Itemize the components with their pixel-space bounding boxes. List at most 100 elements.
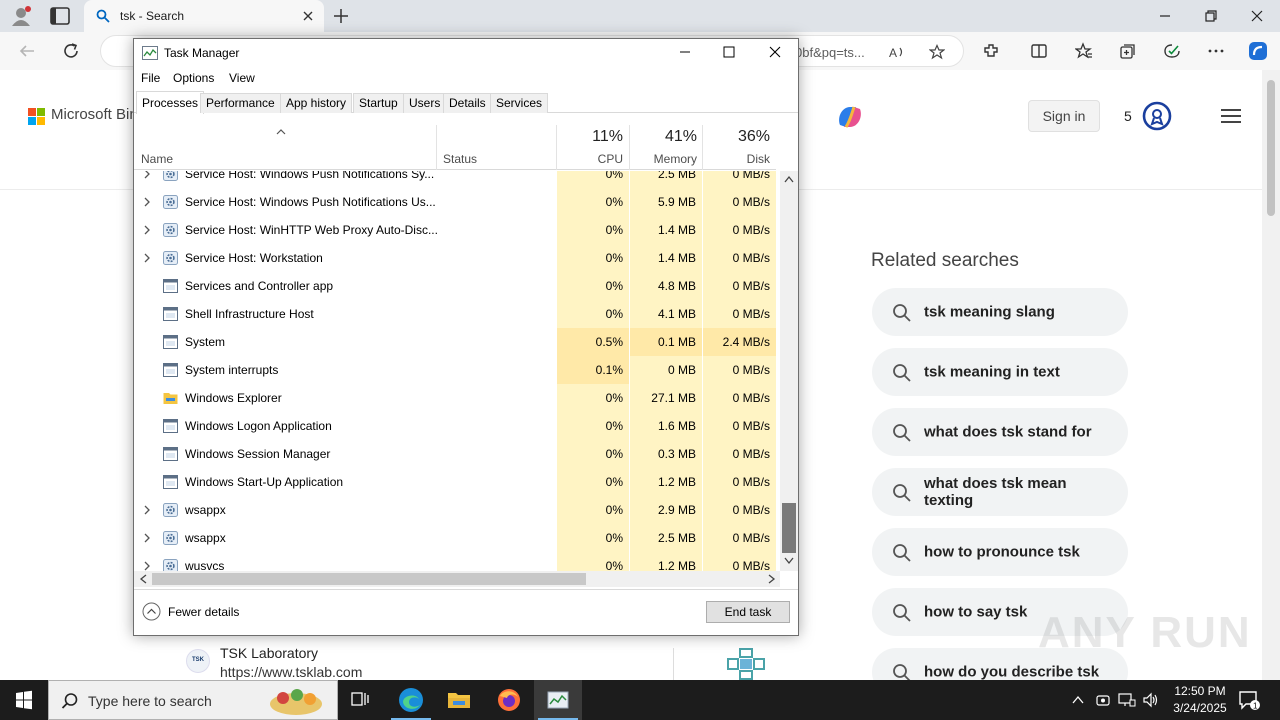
menu-options[interactable]: Options bbox=[173, 71, 214, 85]
result-site-name[interactable]: TSK Laboratory bbox=[220, 645, 318, 661]
task-view-button[interactable] bbox=[336, 680, 384, 720]
tm-maximize-icon[interactable] bbox=[722, 45, 736, 59]
vscroll-thumb[interactable] bbox=[782, 503, 796, 553]
process-row[interactable]: Service Host: WinHTTP Web Proxy Auto-Dis… bbox=[134, 216, 776, 244]
related-search-chip[interactable]: tsk meaning slang bbox=[872, 288, 1128, 336]
process-row[interactable]: wsappx 0% 2.9 MB 0 MB/s bbox=[134, 496, 776, 524]
taskbar-search-box[interactable]: Type here to search bbox=[48, 680, 338, 720]
sign-in-button[interactable]: Sign in bbox=[1028, 100, 1100, 132]
process-row[interactable]: Windows Logon Application 0% 1.6 MB 0 MB/s bbox=[134, 412, 776, 440]
browser-essentials-icon[interactable] bbox=[1163, 42, 1181, 60]
process-row[interactable]: System interrupts 0.1% 0 MB 0 MB/s bbox=[134, 356, 776, 384]
tab-app-history[interactable]: App history bbox=[280, 93, 353, 113]
process-list-vscrollbar[interactable] bbox=[780, 171, 798, 571]
result-url[interactable]: https://www.tsklab.com bbox=[220, 664, 362, 680]
restore-icon[interactable] bbox=[1203, 8, 1219, 24]
column-disk[interactable]: Disk bbox=[747, 152, 770, 166]
fewer-details-link[interactable]: Fewer details bbox=[168, 605, 239, 619]
related-search-chip[interactable]: how to pronounce tsk bbox=[872, 528, 1128, 576]
taskbar-clock[interactable]: 12:50 PM 3/24/2025 bbox=[1168, 683, 1232, 717]
expand-chevron-icon[interactable] bbox=[143, 533, 151, 543]
taskbar-edge-button[interactable] bbox=[387, 680, 435, 720]
memory-total[interactable]: 41% bbox=[665, 128, 697, 146]
taskbar-file-explorer-button[interactable] bbox=[435, 680, 483, 720]
menu-icon[interactable] bbox=[1221, 109, 1241, 123]
menu-view[interactable]: View bbox=[229, 71, 255, 85]
result-thumbnail[interactable] bbox=[612, 648, 674, 680]
new-tab-icon[interactable] bbox=[332, 7, 350, 25]
tm-close-icon[interactable] bbox=[768, 45, 782, 59]
split-screen-icon[interactable] bbox=[1030, 42, 1048, 60]
back-icon[interactable] bbox=[18, 42, 36, 60]
task-manager-titlebar[interactable]: Task Manager bbox=[134, 39, 798, 67]
hscroll-thumb[interactable] bbox=[152, 573, 586, 585]
tab-details[interactable]: Details bbox=[443, 93, 492, 113]
expand-chevron-icon[interactable] bbox=[143, 197, 151, 207]
end-task-button[interactable]: End task bbox=[706, 601, 790, 623]
disk-total[interactable]: 36% bbox=[738, 128, 770, 146]
rewards-medal-icon[interactable] bbox=[1142, 101, 1172, 131]
column-name[interactable]: Name bbox=[141, 152, 173, 166]
tab-startup[interactable]: Startup bbox=[353, 93, 404, 113]
column-status[interactable]: Status bbox=[443, 152, 477, 166]
fewer-details-icon[interactable] bbox=[142, 602, 161, 621]
network-icon[interactable] bbox=[1118, 692, 1136, 708]
rewards-points[interactable]: 5 bbox=[1124, 108, 1132, 124]
profile-icon[interactable] bbox=[10, 6, 32, 26]
expand-chevron-icon[interactable] bbox=[143, 225, 151, 235]
process-row[interactable]: Service Host: Workstation 0% 1.4 MB 0 MB/s bbox=[134, 244, 776, 272]
taskbar-task-manager-button[interactable] bbox=[534, 680, 582, 720]
taskbar-firefox-button[interactable] bbox=[485, 680, 533, 720]
page-scrollbar-thumb[interactable] bbox=[1267, 80, 1275, 216]
security-icon[interactable] bbox=[1095, 692, 1111, 708]
expand-chevron-icon[interactable] bbox=[143, 253, 151, 263]
expand-chevron-icon[interactable] bbox=[143, 505, 151, 515]
tab-performance[interactable]: Performance bbox=[200, 93, 281, 113]
tab-actions-icon[interactable] bbox=[50, 7, 70, 25]
process-row[interactable]: Windows Explorer 0% 27.1 MB 0 MB/s bbox=[134, 384, 776, 412]
related-search-chip[interactable]: what does tsk mean texting bbox=[872, 468, 1128, 516]
copilot-icon[interactable] bbox=[832, 99, 868, 135]
process-list-hscrollbar[interactable] bbox=[134, 571, 780, 587]
expand-chevron-icon[interactable] bbox=[143, 561, 151, 571]
tab-processes[interactable]: Processes bbox=[136, 91, 205, 114]
sort-up-icon[interactable] bbox=[276, 129, 286, 135]
process-row[interactable]: System 0.5% 0.1 MB 2.4 MB/s bbox=[134, 328, 776, 356]
tab-services[interactable]: Services bbox=[490, 93, 549, 113]
copilot-sidebar-icon[interactable] bbox=[1248, 41, 1268, 61]
notification-center-icon[interactable]: 1 bbox=[1238, 690, 1260, 710]
process-row[interactable]: Shell Infrastructure Host 0% 4.1 MB 0 MB/s bbox=[134, 300, 776, 328]
collections-icon[interactable] bbox=[1119, 42, 1137, 60]
more-options-icon[interactable] bbox=[1207, 42, 1225, 60]
process-row[interactable]: Service Host: Windows Push Notifications… bbox=[134, 188, 776, 216]
favorite-star-icon[interactable] bbox=[929, 44, 945, 60]
volume-icon[interactable] bbox=[1142, 692, 1160, 708]
process-row[interactable]: Windows Start-Up Application 0% 1.2 MB 0 MB… bbox=[134, 468, 776, 496]
result-logo-image[interactable] bbox=[726, 647, 766, 680]
process-row[interactable]: wsappx 0% 2.5 MB 0 MB/s bbox=[134, 524, 776, 552]
scroll-down-icon[interactable] bbox=[784, 557, 794, 565]
extensions-icon[interactable] bbox=[982, 42, 1000, 60]
refresh-icon[interactable] bbox=[62, 42, 80, 60]
column-memory[interactable]: Memory bbox=[654, 152, 697, 166]
related-search-chip[interactable]: tsk meaning in text bbox=[872, 348, 1128, 396]
scroll-left-icon[interactable] bbox=[139, 574, 147, 584]
scroll-right-icon[interactable] bbox=[768, 574, 776, 584]
show-hidden-icons-icon[interactable] bbox=[1071, 693, 1085, 707]
tm-minimize-icon[interactable] bbox=[678, 45, 692, 59]
read-aloud-icon[interactable]: A bbox=[889, 44, 905, 60]
scroll-up-icon[interactable] bbox=[784, 175, 794, 183]
cpu-total[interactable]: 11% bbox=[592, 128, 623, 146]
tab-users[interactable]: Users bbox=[403, 93, 447, 113]
page-scrollbar[interactable] bbox=[1262, 70, 1280, 680]
close-tab-icon[interactable] bbox=[300, 8, 316, 24]
close-window-icon[interactable] bbox=[1249, 8, 1265, 24]
process-row[interactable]: Service Host: Windows Push Notifications… bbox=[134, 171, 776, 188]
favorites-icon[interactable] bbox=[1075, 42, 1093, 60]
column-cpu[interactable]: CPU bbox=[598, 152, 623, 166]
process-row[interactable]: Services and Controller app 0% 4.8 MB 0 MB/… bbox=[134, 272, 776, 300]
minimize-icon[interactable] bbox=[1157, 8, 1173, 24]
process-row[interactable]: Windows Session Manager 0% 0.3 MB 0 MB/s bbox=[134, 440, 776, 468]
tab-search[interactable]: tsk - Search bbox=[84, 0, 324, 32]
expand-chevron-icon[interactable] bbox=[143, 171, 151, 179]
